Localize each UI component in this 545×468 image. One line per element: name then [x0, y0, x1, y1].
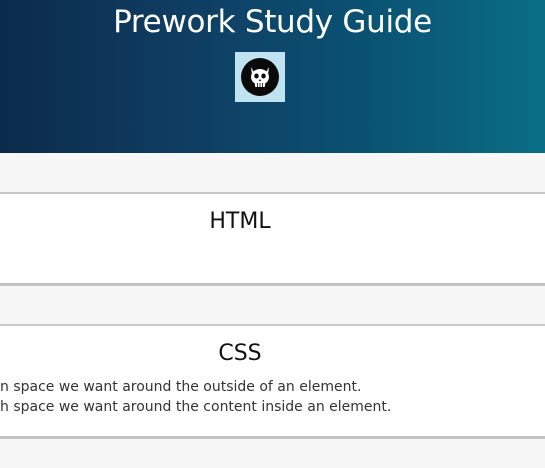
- spacer-band: [0, 286, 545, 324]
- spacer-band: [0, 439, 545, 468]
- section-html: HTML: [0, 192, 545, 286]
- page-header: Prework Study Guide: [0, 0, 545, 153]
- cat-skull-logo-icon: [241, 58, 279, 96]
- section-title-html: HTML: [209, 209, 271, 234]
- section-text-line: h space we want around the content insid…: [0, 399, 392, 415]
- logo: [235, 52, 285, 102]
- page-title: Prework Study Guide: [113, 4, 432, 40]
- section-text-line: n space we want around the outside of an…: [0, 379, 362, 395]
- spacer-band: [0, 153, 545, 193]
- section-css: CSS n space we want around the outside o…: [0, 324, 545, 439]
- section-title-css: CSS: [218, 341, 262, 366]
